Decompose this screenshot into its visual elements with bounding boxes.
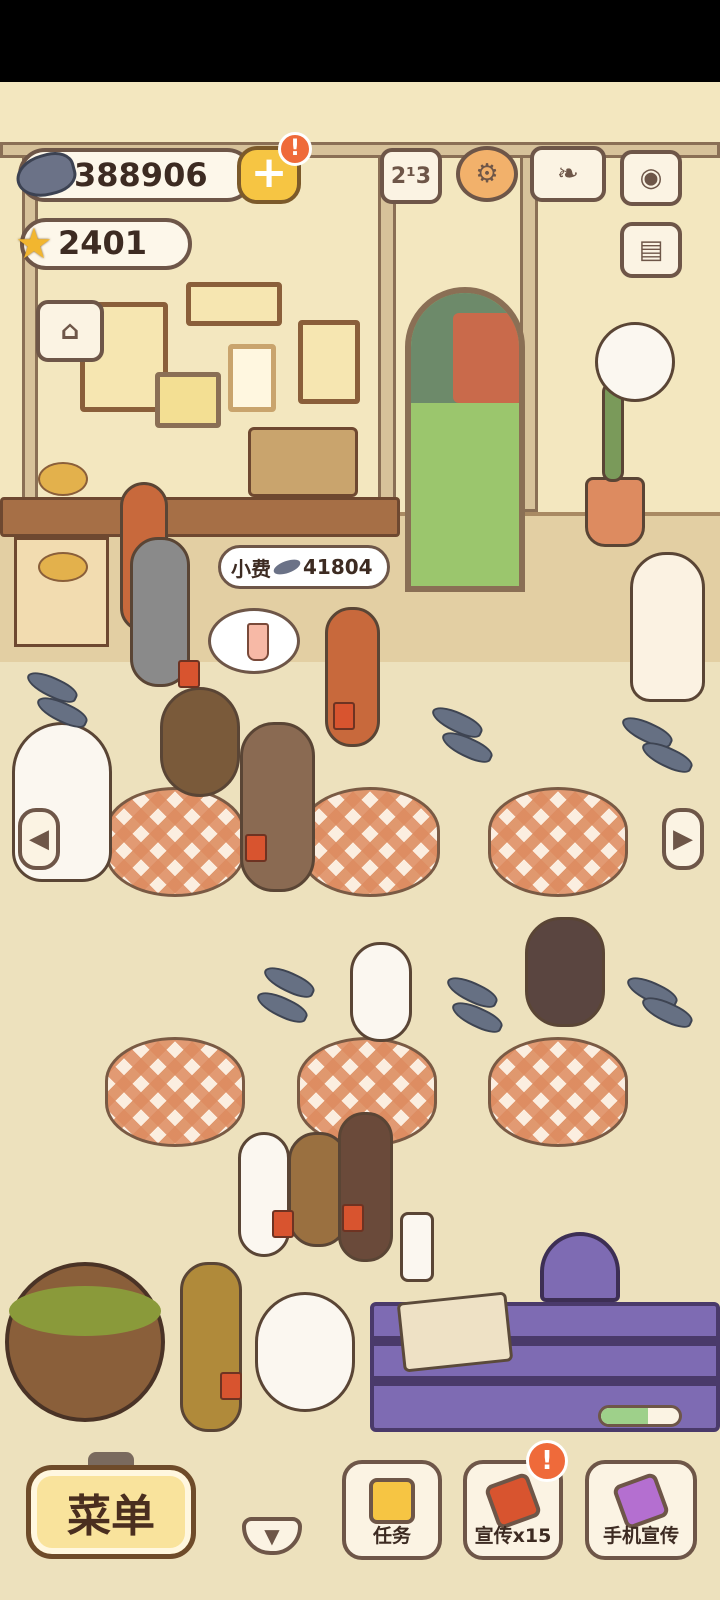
menu-card [333, 702, 355, 730]
game-scene[interactable] [0, 82, 720, 1600]
phone-promote-label: 手机宣传 [602, 1525, 679, 1547]
spell-book[interactable] [396, 1291, 514, 1373]
boar-customer[interactable] [525, 917, 605, 1027]
soup-cauldron[interactable] [5, 1262, 165, 1422]
plant-pot [585, 477, 645, 547]
leaf-frame [298, 320, 360, 404]
fish-icon [271, 556, 303, 578]
newspaper-icon[interactable]: ▤ [620, 222, 682, 278]
dog-customer-spotted[interactable] [350, 942, 412, 1042]
dining-table[interactable] [300, 787, 440, 897]
pancake-stack [38, 552, 88, 582]
dining-table[interactable] [105, 1037, 245, 1147]
podium-icon[interactable]: 2¹3 [380, 148, 442, 204]
phone-promote-progress-fill [601, 1408, 648, 1424]
cat-on-cactus[interactable] [595, 322, 675, 402]
order-bubble [208, 608, 300, 674]
tasks-label: 任务 [372, 1525, 411, 1547]
star-icon: ★ [15, 219, 53, 268]
pancake-stack [38, 462, 88, 496]
tip-amount: 41804 [303, 555, 373, 579]
dining-table[interactable] [105, 787, 245, 897]
cash-register [248, 427, 358, 497]
dining-table[interactable] [488, 1037, 628, 1147]
star-currency-value: 2401 [58, 224, 148, 262]
gear-icon[interactable]: ⚙ [456, 146, 518, 202]
dog-customer[interactable] [240, 722, 315, 892]
phone-promote-progress [598, 1405, 682, 1427]
menu-card [220, 1372, 242, 1400]
phone-promote-button[interactable]: 手机宣传 [585, 1460, 697, 1560]
menu-card [272, 1210, 294, 1238]
add-currency-badge: ! [278, 132, 312, 166]
dog-customer[interactable] [338, 1112, 393, 1262]
checkbox-icon [369, 1478, 415, 1524]
garden-doorway [405, 287, 525, 592]
bakery-counter [0, 497, 400, 537]
book-icon[interactable]: ❧ [530, 146, 606, 202]
hyena-customer[interactable] [180, 1262, 242, 1432]
certificate-frame [228, 344, 276, 412]
scroll-right-button[interactable]: ▶ [662, 808, 704, 870]
witch-hat [540, 1232, 620, 1302]
promote-label: 宣传x15 [474, 1525, 552, 1547]
menu-card [342, 1204, 364, 1232]
dining-table[interactable] [488, 787, 628, 897]
fish-bone-frame [186, 282, 282, 326]
camera-icon[interactable]: ◉ [620, 150, 682, 206]
menu-button[interactable]: 菜单 [26, 1465, 196, 1559]
tasks-button[interactable]: 任务 [342, 1460, 442, 1560]
hedgehog-customer[interactable] [160, 687, 240, 797]
waiter-cat[interactable] [630, 552, 705, 702]
candle [400, 1212, 434, 1282]
tip-label: 小费 [231, 556, 271, 581]
fish-currency-value: 388906 [74, 156, 208, 194]
sheep-customer[interactable] [255, 1292, 355, 1412]
tip-bubble[interactable]: 小费 41804 [218, 545, 390, 589]
promote-badge: ! [526, 1440, 568, 1482]
shop-icon[interactable]: ⌂ [36, 300, 104, 362]
status-bar [0, 0, 720, 82]
menu-card [178, 660, 200, 688]
menu-card [245, 834, 267, 862]
rabbit-customer[interactable] [238, 1132, 290, 1257]
scroll-left-button[interactable]: ◀ [18, 808, 60, 870]
xo-sign [155, 372, 221, 428]
drink-icon [247, 623, 269, 661]
